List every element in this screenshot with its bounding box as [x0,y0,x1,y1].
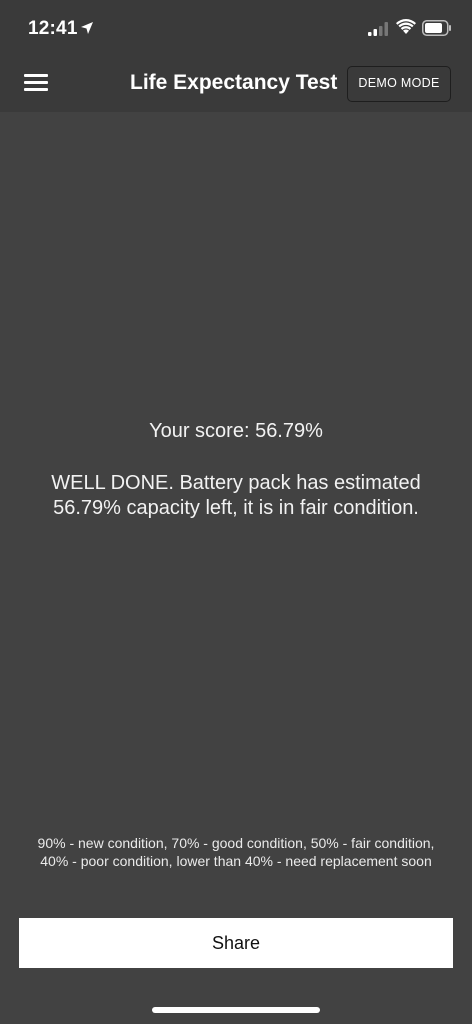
status-bar: 12:41 [0,0,472,56]
battery-icon [422,20,451,36]
page-title: Life Expectancy Test [130,71,338,94]
demo-mode-button[interactable]: DEMO MODE [347,66,451,102]
result-message: WELL DONE. Battery pack has estimated 56… [51,472,421,519]
status-time: 12:41 [28,18,78,39]
main-content: Your score: 56.79% WELL DONE. Battery pa… [0,112,472,1024]
score-text: Your score: 56.79% [149,420,323,442]
wifi-icon [396,19,416,34]
home-indicator[interactable] [152,1007,320,1013]
navigation-bar: Life Expectancy Test DEMO MODE [0,56,472,112]
share-button[interactable]: Share [19,918,453,968]
hamburger-menu-icon[interactable] [18,68,54,100]
cellular-signal-icon [368,22,388,36]
condition-legend: 90% - new condition, 70% - good conditio… [37,835,435,869]
location-arrow-icon [81,22,93,34]
app-screen: 12:41 Life Expectancy Test DEMO MODE You… [0,0,472,1024]
